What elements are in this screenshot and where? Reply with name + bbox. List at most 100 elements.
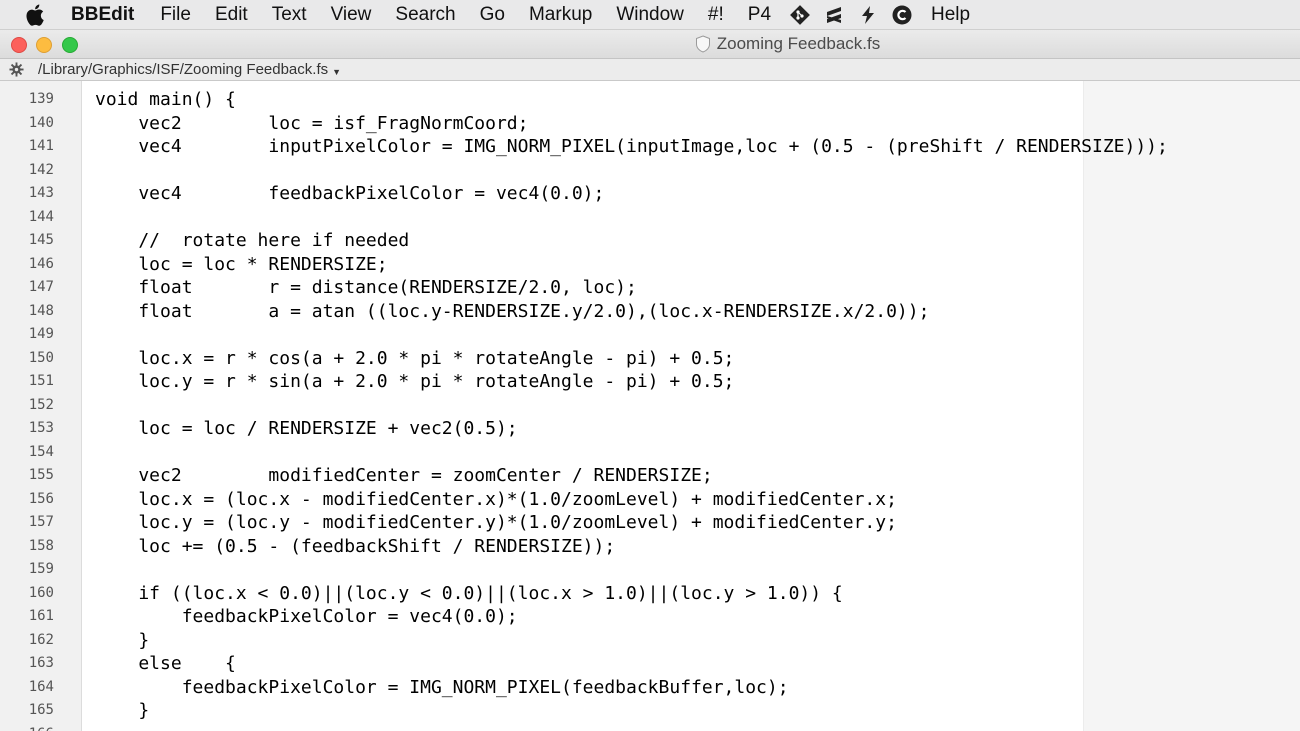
menu-window[interactable]: Window: [604, 0, 696, 29]
line-number: 141: [28, 138, 54, 154]
line-number: 139: [28, 91, 54, 107]
line-number: 157: [28, 514, 54, 530]
menu-app-name[interactable]: BBEdit: [71, 0, 146, 29]
code-line[interactable]: 153 loc = loc / RENDERSIZE + vec2(0.5);: [0, 417, 1300, 441]
code-text[interactable]: float a = atan ((loc.y-RENDERSIZE.y/2.0)…: [95, 300, 929, 324]
code-line[interactable]: 160 if ((loc.x < 0.0)||(loc.y < 0.0)||(l…: [0, 582, 1300, 606]
line-number: 150: [28, 349, 54, 366]
menu-shebang[interactable]: #!: [696, 0, 736, 29]
code-line[interactable]: 143 vec4 feedbackPixelColor = vec4(0.0);: [0, 182, 1300, 206]
document-shield-icon[interactable]: [695, 35, 711, 53]
text-editor[interactable]: 139 void main() {140 vec2 loc = isf_FragN…: [0, 81, 1300, 731]
code-line[interactable]: 149: [0, 323, 1300, 347]
line-number: 155: [28, 467, 54, 483]
file-path-popup[interactable]: /Library/Graphics/ISF/Zooming Feedback.f…: [38, 61, 328, 78]
menu-help[interactable]: Help: [919, 0, 982, 29]
menu-search[interactable]: Search: [383, 0, 467, 29]
path-bar: /Library/Graphics/ISF/Zooming Feedback.f…: [0, 59, 1300, 81]
line-number: 160: [28, 584, 54, 601]
code-line[interactable]: 165 }: [0, 699, 1300, 723]
line-number: 159: [28, 561, 54, 577]
line-number: 144: [28, 208, 54, 225]
code-line[interactable]: 163 else {: [0, 652, 1300, 676]
code-line[interactable]: 154: [0, 441, 1300, 465]
code-text[interactable]: float r = distance(RENDERSIZE/2.0, loc);: [95, 276, 637, 300]
code-text[interactable]: loc.x = (loc.x - modifiedCenter.x)*(1.0/…: [95, 488, 897, 512]
code-text[interactable]: else {: [95, 652, 236, 676]
code-line[interactable]: 144: [0, 206, 1300, 230]
code-line[interactable]: 151 loc.y = r * sin(a + 2.0 * pi * rotat…: [0, 370, 1300, 394]
line-number: 166: [0, 723, 54, 731]
menu-bar: BBEdit File Edit Text View Search Go Mar…: [0, 0, 1300, 30]
menu-text[interactable]: Text: [260, 0, 319, 29]
code-text[interactable]: loc = loc * RENDERSIZE;: [95, 253, 387, 277]
code-text[interactable]: vec2 modifiedCenter = zoomCenter / RENDE…: [95, 464, 712, 488]
code-text[interactable]: vec2 loc = isf_FragNormCoord;: [95, 112, 528, 136]
code-text[interactable]: loc += (0.5 - (feedbackShift / RENDERSIZ…: [95, 535, 615, 559]
code-text[interactable]: loc.x = r * cos(a + 2.0 * pi * rotateAng…: [95, 347, 734, 371]
line-number: 147: [28, 279, 54, 295]
git-icon[interactable]: [783, 0, 817, 29]
code-text[interactable]: feedbackPixelColor = vec4(0.0);: [95, 605, 518, 629]
code-text[interactable]: // rotate here if needed: [95, 229, 409, 253]
code-line[interactable]: 142: [0, 159, 1300, 183]
line-number: 140: [28, 114, 54, 131]
code-line[interactable]: 158 loc += (0.5 - (feedbackShift / RENDE…: [0, 535, 1300, 559]
line-number: 158: [28, 537, 54, 554]
chevron-down-icon[interactable]: ▼: [332, 67, 341, 77]
code-text[interactable]: void main() {: [95, 88, 236, 112]
line-number: 148: [28, 302, 54, 319]
code-text[interactable]: if ((loc.x < 0.0)||(loc.y < 0.0)||(loc.x…: [95, 582, 842, 606]
code-text[interactable]: loc.y = r * sin(a + 2.0 * pi * rotateAng…: [95, 370, 734, 394]
code-line[interactable]: 139 void main() {: [0, 88, 1300, 112]
line-number: 152: [28, 396, 54, 413]
window-titlebar: Zooming Feedback.fs: [0, 30, 1300, 59]
code-line[interactable]: 148 float a = atan ((loc.y-RENDERSIZE.y/…: [0, 300, 1300, 324]
code-line[interactable]: 147 float r = distance(RENDERSIZE/2.0, l…: [0, 276, 1300, 300]
window-title: Zooming Feedback.fs: [0, 30, 1300, 58]
gear-icon[interactable]: [9, 62, 25, 78]
menu-markup[interactable]: Markup: [517, 0, 604, 29]
menu-go[interactable]: Go: [468, 0, 517, 29]
code-line[interactable]: 145 // rotate here if needed: [0, 229, 1300, 253]
code-line[interactable]: 155 vec2 modifiedCenter = zoomCenter / R…: [0, 464, 1300, 488]
line-number: 161: [28, 608, 54, 624]
code-text[interactable]: feedbackPixelColor = IMG_NORM_PIXEL(feed…: [95, 676, 789, 700]
code-line[interactable]: 166: [0, 723, 1300, 731]
line-number: 143: [28, 185, 54, 201]
apple-icon[interactable]: [25, 3, 47, 27]
code-text[interactable]: vec4 inputPixelColor = IMG_NORM_PIXEL(in…: [95, 135, 1168, 159]
code-line[interactable]: 156 loc.x = (loc.x - modifiedCenter.x)*(…: [0, 488, 1300, 512]
line-number: 164: [28, 678, 54, 695]
menu-file[interactable]: File: [148, 0, 203, 29]
line-number: 156: [28, 490, 54, 507]
line-number: 165: [28, 702, 54, 718]
code-lines[interactable]: 139 void main() {140 vec2 loc = isf_FragN…: [0, 88, 1300, 731]
bolt-icon[interactable]: [851, 0, 885, 29]
menu-view[interactable]: View: [319, 0, 384, 29]
line-number: 142: [28, 161, 54, 178]
code-line[interactable]: 162 }: [0, 629, 1300, 653]
code-line[interactable]: 157 loc.y = (loc.y - modifiedCenter.y)*(…: [0, 511, 1300, 535]
code-line[interactable]: 140 vec2 loc = isf_FragNormCoord;: [0, 112, 1300, 136]
c-circle-icon[interactable]: [885, 0, 919, 29]
code-line[interactable]: 150 loc.x = r * cos(a + 2.0 * pi * rotat…: [0, 347, 1300, 371]
code-line[interactable]: 152: [0, 394, 1300, 418]
code-text[interactable]: loc = loc / RENDERSIZE + vec2(0.5);: [95, 417, 517, 441]
code-text[interactable]: vec4 feedbackPixelColor = vec4(0.0);: [95, 182, 604, 206]
code-text[interactable]: }: [95, 699, 149, 723]
menu-edit[interactable]: Edit: [203, 0, 260, 29]
code-text[interactable]: }: [95, 629, 149, 653]
line-number: 162: [28, 631, 54, 648]
code-line[interactable]: 164 feedbackPixelColor = IMG_NORM_PIXEL(…: [0, 676, 1300, 700]
code-line[interactable]: 146 loc = loc * RENDERSIZE;: [0, 253, 1300, 277]
line-number: 146: [28, 255, 54, 272]
window-title-text: Zooming Feedback.fs: [716, 34, 881, 53]
line-number: 153: [28, 420, 54, 436]
code-line[interactable]: 141 vec4 inputPixelColor = IMG_NORM_PIXE…: [0, 135, 1300, 159]
sublime-icon[interactable]: [817, 0, 851, 29]
menu-p4[interactable]: P4: [736, 0, 783, 29]
code-text[interactable]: loc.y = (loc.y - modifiedCenter.y)*(1.0/…: [95, 511, 897, 535]
code-line[interactable]: 159: [0, 558, 1300, 582]
code-line[interactable]: 161 feedbackPixelColor = vec4(0.0);: [0, 605, 1300, 629]
